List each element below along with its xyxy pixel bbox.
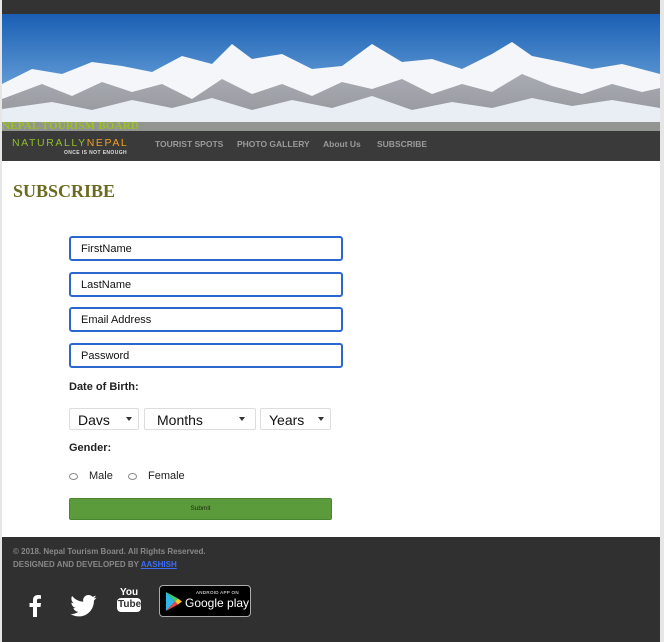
google-play-small-text: ANDROID APP ON [196, 590, 239, 595]
submit-button[interactable]: Submit [69, 498, 332, 520]
gender-female-label: Female [148, 470, 185, 482]
logo-tagline: ONCE IS NOT ENOUGH [64, 150, 128, 156]
gender-female-radio[interactable] [128, 473, 137, 480]
copyright-text: © 2018. Nepal Tourism Board. All Rights … [13, 547, 206, 556]
top-bar [2, 0, 660, 14]
google-play-big-text: Google play [185, 596, 250, 610]
footer: © 2018. Nepal Tourism Board. All Rights … [2, 537, 660, 642]
gender-male-label: Male [89, 470, 113, 482]
page-title: SUBSCRIBE [13, 181, 116, 201]
youtube-icon[interactable]: You Tube [117, 587, 141, 617]
day-select[interactable]: Davs [69, 408, 139, 430]
month-select-value: Months [157, 412, 203, 428]
logo-text-main: NATURALLY [12, 137, 87, 149]
month-select[interactable]: Months [144, 408, 256, 430]
page-frame: NEPAL TOURISM BOARD NATURALLYNEPAL ONCE … [2, 0, 660, 642]
google-play-icon [166, 592, 182, 611]
dob-label: Date of Birth: [69, 381, 139, 393]
chevron-down-icon [239, 417, 245, 421]
twitter-icon[interactable] [70, 595, 97, 617]
facebook-icon[interactable] [28, 595, 42, 617]
google-play-badge[interactable]: ANDROID APP ON Google play [159, 585, 251, 617]
logo-wordmark: NATURALLYNEPAL [12, 137, 128, 149]
nav-subscribe[interactable]: SUBSCRIBE [377, 131, 427, 161]
youtube-icon-you: You [120, 587, 139, 598]
designer-link[interactable]: AASHISH [141, 560, 177, 569]
nav-about-us[interactable]: About Us [323, 131, 361, 161]
chevron-down-icon [126, 417, 132, 421]
mountain-banner-image [2, 14, 660, 132]
chevron-down-icon [318, 417, 324, 421]
first-name-field[interactable] [69, 236, 343, 261]
designed-by-text: DESIGNED AND DEVELOPED BY AASHISH [13, 560, 177, 569]
nav-tourist-spots[interactable]: TOURIST SPOTS [155, 131, 223, 161]
gender-label: Gender: [69, 442, 112, 454]
day-select-value: Davs [78, 412, 110, 428]
email-field[interactable] [69, 307, 343, 332]
hero-banner [2, 14, 660, 132]
year-select[interactable]: Years [260, 408, 331, 430]
password-field[interactable] [69, 343, 343, 368]
year-select-value: Years [269, 412, 305, 428]
gender-male-radio[interactable] [69, 473, 78, 480]
navbar: NATURALLYNEPAL ONCE IS NOT ENOUGH TOURIS… [2, 131, 660, 161]
logo-text-accent: NEPAL [86, 137, 129, 149]
site-logo[interactable]: NATURALLYNEPAL ONCE IS NOT ENOUGH [12, 134, 147, 158]
youtube-icon-tube: Tube [118, 599, 142, 610]
designed-by-label: DESIGNED AND DEVELOPED BY [13, 560, 139, 569]
nav-photo-gallery[interactable]: PHOTO GALLERY [237, 131, 310, 161]
last-name-field[interactable] [69, 272, 343, 297]
